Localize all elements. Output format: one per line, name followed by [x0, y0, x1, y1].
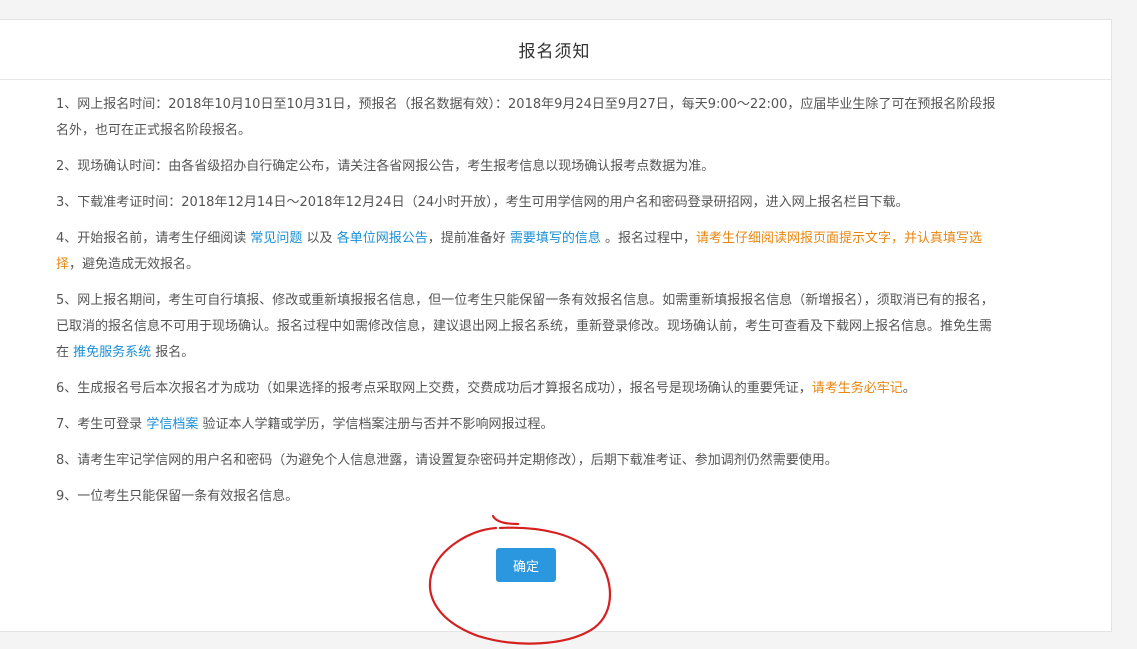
notice-text: 8、请考生牢记学信网的用户名和密码（为避免个人信息泄露，请设置复杂密码并定期修改…	[56, 453, 838, 468]
notice-item-2: 2、现场确认时间：由各省级招办自行确定公布，请关注各省网报公告，考生报考信息以现…	[56, 154, 1001, 180]
notice-item-4: 4、开始报名前，请考生仔细阅读 常见问题 以及 各单位网报公告，提前准备好 需要…	[56, 226, 1001, 278]
xuexin-archive-link[interactable]: 学信档案	[146, 417, 198, 432]
notice-item-5: 5、网上报名期间，考生可自行填报、修改或重新填报报名信息，但一位考生只能保留一条…	[56, 288, 1001, 366]
notice-text: 3、下载准考证时间：2018年12月14日～2018年12月24日（24小时开放…	[56, 195, 909, 210]
recommendation-system-link[interactable]: 推免服务系统	[73, 345, 151, 360]
notice-list: 1、网上报名时间：2018年10月10日至10月31日，预报名（报名数据有效）：…	[56, 92, 1001, 520]
unit-announcements-link[interactable]: 各单位网报公告	[337, 231, 428, 246]
notice-text: ，提前准备好	[427, 231, 510, 246]
notice-text: 4、开始报名前，请考生仔细阅读	[56, 231, 251, 246]
notice-text: 5、网上报名期间，考生可自行填报、修改或重新填报报名信息，但一位考生只能保留一条…	[56, 293, 994, 360]
confirm-button[interactable]: 确定	[496, 548, 556, 582]
notice-item-1: 1、网上报名时间：2018年10月10日至10月31日，预报名（报名数据有效）：…	[56, 92, 1001, 144]
notice-text: 验证本人学籍或学历，学信档案注册与否并不影响网报过程。	[198, 417, 554, 432]
notice-text: 9、一位考生只能保留一条有效报名信息。	[56, 489, 299, 504]
notice-item-6: 6、生成报名号后本次报名才为成功（如果选择的报考点采取网上交费，交费成功后才算报…	[56, 376, 1001, 402]
notice-item-7: 7、考生可登录 学信档案 验证本人学籍或学历，学信档案注册与否并不影响网报过程。	[56, 412, 1001, 438]
notice-text: 1、网上报名时间：2018年10月10日至10月31日，预报名（报名数据有效）：…	[56, 97, 996, 138]
required-info-link[interactable]: 需要填写的信息	[510, 231, 601, 246]
notice-text: 6、生成报名号后本次报名才为成功（如果选择的报考点采取网上交费，交费成功后才算报…	[56, 381, 812, 396]
panel-title: 报名须知	[518, 42, 591, 62]
warning-highlight: 请考生务必牢记	[811, 381, 903, 396]
notice-text: 报名。	[151, 345, 195, 360]
notice-item-9: 9、一位考生只能保留一条有效报名信息。	[56, 484, 1001, 510]
notice-text: 。报名过程中，	[600, 231, 696, 246]
notice-item-8: 8、请考生牢记学信网的用户名和密码（为避免个人信息泄露，请设置复杂密码并定期修改…	[56, 448, 1001, 474]
panel-header: 报名须知	[0, 20, 1111, 80]
faq-link[interactable]: 常见问题	[250, 231, 302, 246]
notice-text: 。	[902, 381, 916, 396]
notice-text: 7、考生可登录	[56, 417, 147, 432]
notice-text: 2、现场确认时间：由各省级招办自行确定公布，请关注各省网报公告，考生报考信息以现…	[56, 159, 715, 174]
notice-item-3: 3、下载准考证时间：2018年12月14日～2018年12月24日（24小时开放…	[56, 190, 1001, 216]
notice-text: ，避免造成无效报名。	[69, 257, 200, 272]
notice-text: 以及	[302, 231, 337, 246]
